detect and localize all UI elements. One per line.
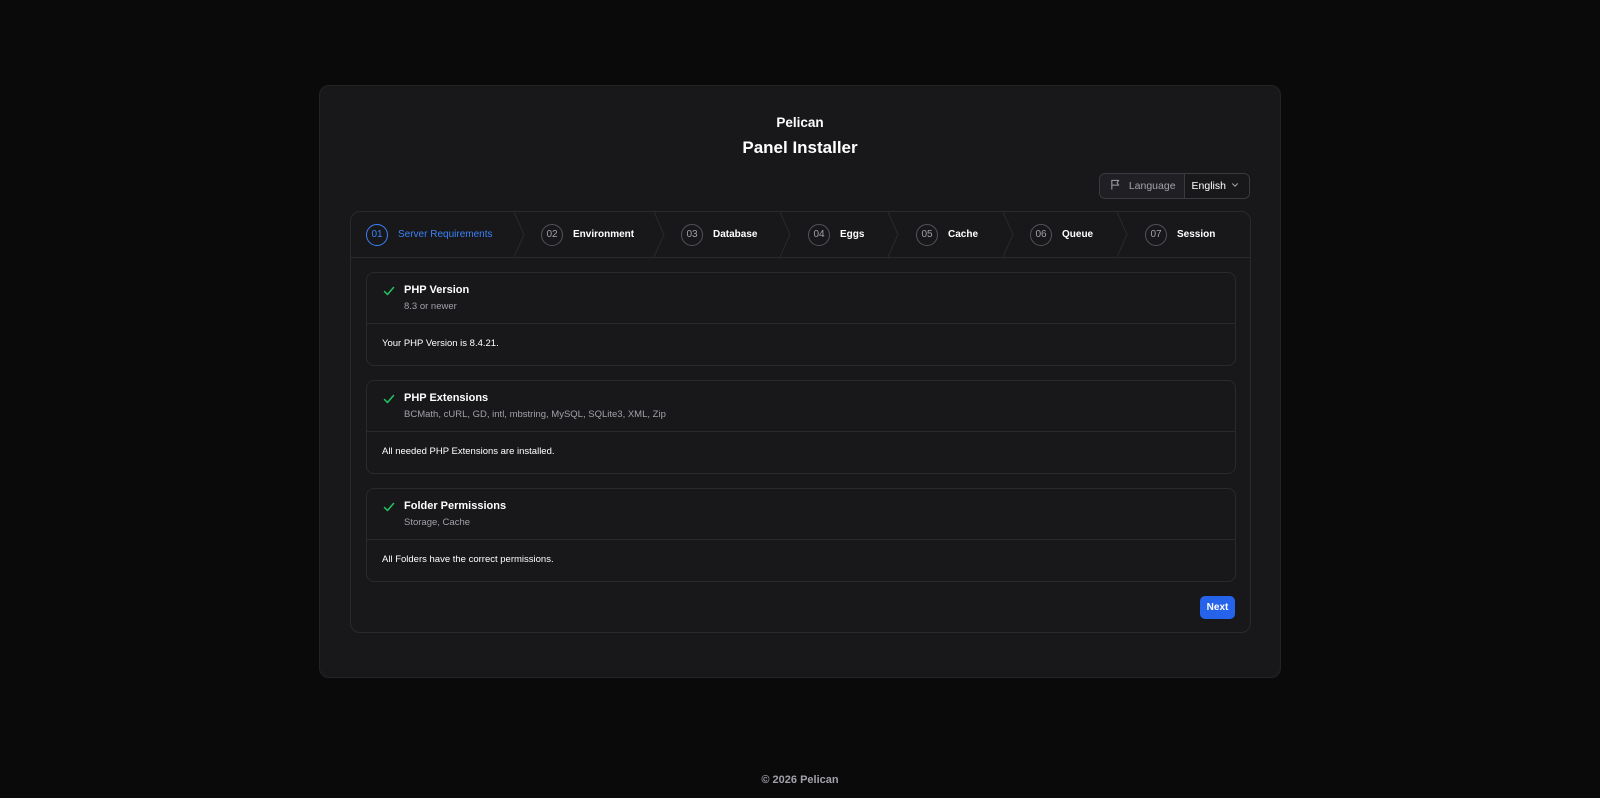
- requirement-header: Folder Permissions Storage, Cache: [367, 489, 1235, 540]
- check-icon: [383, 502, 395, 512]
- step-cache[interactable]: 05 Cache: [916, 212, 978, 257]
- requirement-php-extensions: PHP Extensions BCMath, cURL, GD, intl, m…: [366, 380, 1236, 474]
- step-queue[interactable]: 06 Queue: [1030, 212, 1093, 257]
- requirement-header: PHP Extensions BCMath, cURL, GD, intl, m…: [367, 381, 1235, 432]
- step-label: Database: [713, 229, 758, 240]
- step-separator: [514, 212, 525, 257]
- step-label: Eggs: [840, 229, 865, 240]
- language-selector[interactable]: Language English: [1098, 173, 1250, 199]
- step-separator: [780, 212, 791, 257]
- language-label: Language: [1128, 180, 1176, 192]
- step-database[interactable]: 03 Database: [681, 212, 757, 257]
- requirement-title: PHP Extensions: [404, 392, 489, 404]
- step-number: 06: [1030, 223, 1052, 246]
- flag-icon: [1110, 179, 1121, 193]
- step-separator: [1003, 212, 1014, 257]
- requirement-subtitle: BCMath, cURL, GD, intl, mbstring, MySQL,…: [404, 409, 666, 420]
- step-number: 02: [541, 223, 563, 246]
- check-icon: [383, 286, 395, 296]
- step-number: 03: [681, 223, 703, 246]
- step-eggs[interactable]: 04 Eggs: [808, 212, 864, 257]
- language-label-box: Language: [1099, 174, 1185, 198]
- requirement-header: PHP Version 8.3 or newer: [367, 273, 1235, 324]
- step-number: 05: [916, 223, 938, 246]
- requirement-message: All Folders have the correct permissions…: [382, 554, 554, 565]
- step-number: 07: [1145, 223, 1167, 246]
- step-label: Cache: [948, 229, 979, 240]
- requirement-message: Your PHP Version is 8.4.21.: [382, 338, 499, 349]
- requirement-title: Folder Permissions: [404, 500, 507, 512]
- requirement-subtitle: Storage, Cache: [404, 517, 471, 528]
- step-environment[interactable]: 02 Environment: [541, 212, 634, 257]
- requirement-message: All needed PHP Extensions are installed.: [382, 446, 555, 457]
- requirement-php-version: PHP Version 8.3 or newer Your PHP Versio…: [366, 272, 1236, 366]
- next-button[interactable]: Next: [1200, 596, 1235, 619]
- step-separator: [654, 212, 665, 257]
- step-label: Session: [1177, 229, 1216, 240]
- step-separator: [888, 212, 899, 257]
- footer-copyright: © 2026 Pelican: [761, 774, 839, 786]
- step-label: Environment: [573, 229, 635, 240]
- install-wizard: 01 Server Requirements 02 Environment 03…: [350, 211, 1251, 633]
- requirement-subtitle: 8.3 or newer: [404, 301, 457, 312]
- language-value: English: [1191, 180, 1226, 192]
- step-session[interactable]: 07 Session: [1145, 212, 1215, 257]
- step-server-requirements[interactable]: 01 Server Requirements: [366, 212, 492, 257]
- wizard-steps: 01 Server Requirements 02 Environment 03…: [351, 212, 1250, 258]
- page-title: Panel Installer: [742, 138, 858, 157]
- brand-name: Pelican: [776, 115, 824, 130]
- step-label: Queue: [1062, 229, 1094, 240]
- page: Pelican Panel Installer Language English: [0, 0, 1600, 798]
- installer-card: Pelican Panel Installer Language English: [319, 85, 1281, 678]
- check-icon: [383, 394, 395, 404]
- requirement-folder-permissions: Folder Permissions Storage, Cache All Fo…: [366, 488, 1236, 582]
- step-number: 01: [366, 223, 388, 246]
- step-separator: [1117, 212, 1128, 257]
- chevron-down-icon: [1231, 180, 1239, 192]
- step-label: Server Requirements: [398, 229, 493, 240]
- requirement-title: PHP Version: [404, 284, 470, 296]
- language-dropdown[interactable]: English: [1184, 174, 1249, 198]
- step-number: 04: [808, 223, 830, 246]
